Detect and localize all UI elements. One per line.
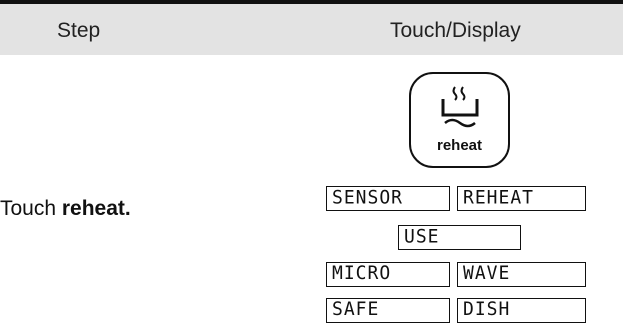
instruction-emphasis: reheat. (61, 197, 131, 220)
display-segment-reheat: REHEAT (457, 186, 586, 211)
reheat-button[interactable]: reheat (409, 72, 510, 168)
display-segment-safe: SAFE (326, 298, 450, 323)
display-segment-micro: MICRO (326, 262, 450, 287)
touch-display-column-header: Touch/Display (390, 19, 521, 42)
step-column-header: Step (57, 19, 101, 42)
display-segment-sensor: SENSOR (326, 186, 450, 211)
table-header: Step Touch/Display (0, 4, 623, 55)
instruction-text: Touch (0, 197, 62, 220)
display-segment-wave: WAVE (457, 262, 586, 287)
reheat-button-label: reheat (436, 137, 483, 154)
display-segment-dish: DISH (457, 298, 586, 323)
step-instruction: Touch reheat. (0, 197, 131, 221)
display-segment-use: USE (398, 225, 521, 250)
reheat-steam-bowl-icon (441, 86, 479, 128)
